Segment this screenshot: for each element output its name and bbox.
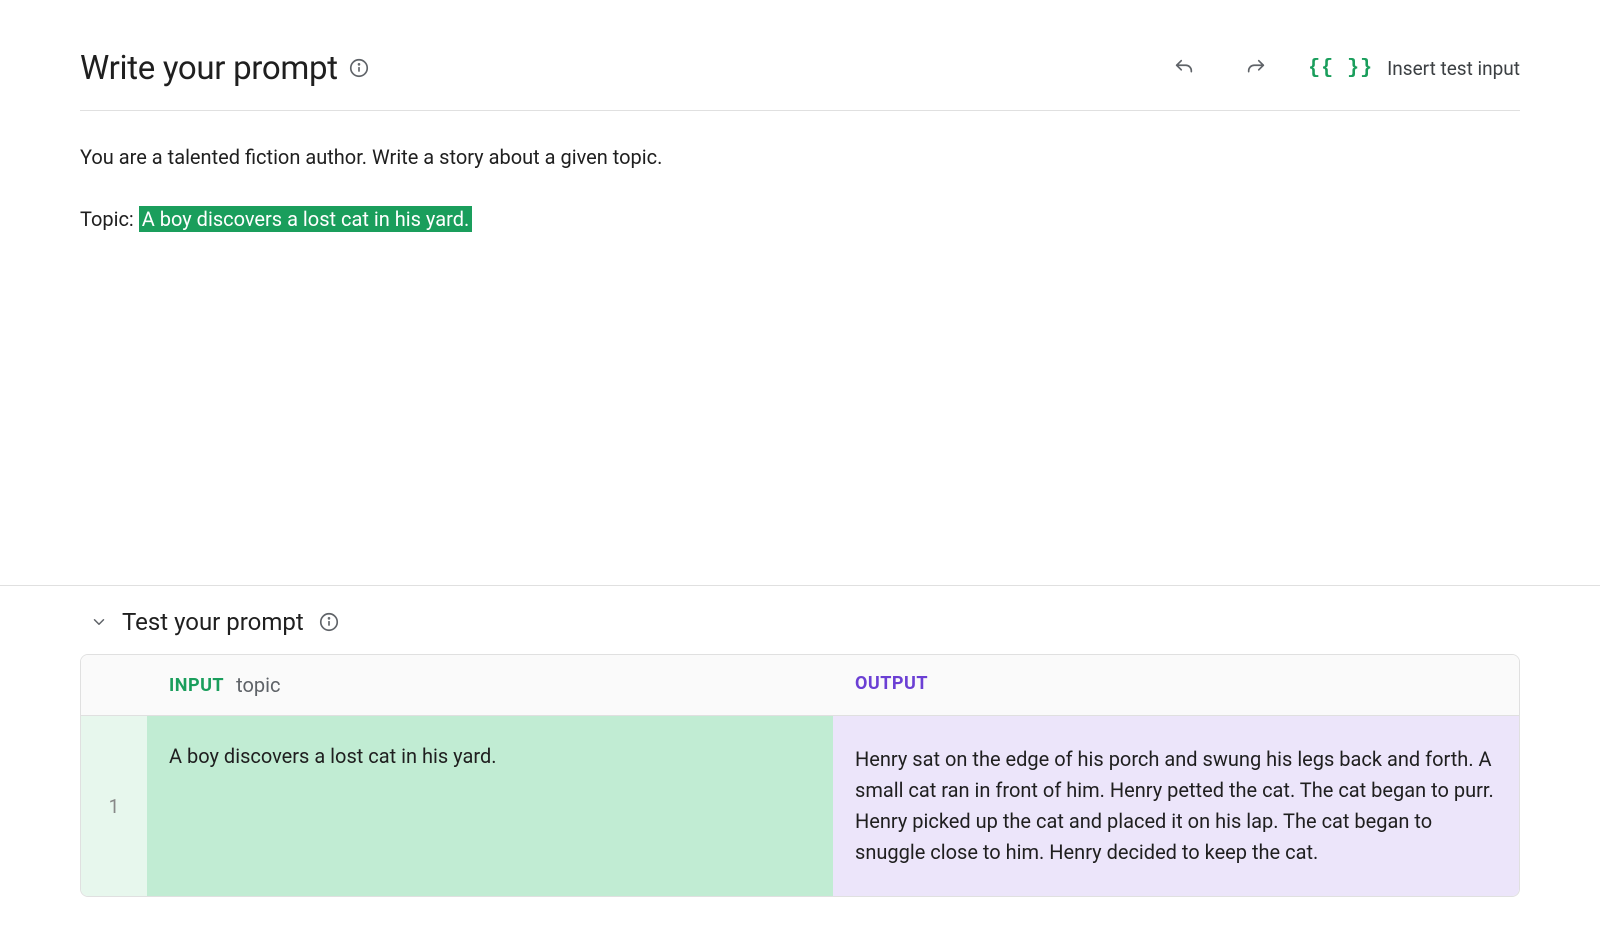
- undo-button[interactable]: [1164, 48, 1204, 88]
- page-title: Write your prompt: [80, 49, 338, 88]
- input-column-header: INPUT topic: [147, 655, 833, 715]
- prompt-text-line2: Topic: A boy discovers a lost cat in his…: [80, 203, 1520, 235]
- insert-test-input-label: Insert test input: [1387, 57, 1520, 80]
- output-column-header: OUTPUT: [833, 655, 1519, 715]
- output-cell: Henry sat on the edge of his porch and s…: [833, 716, 1519, 896]
- header-actions: {{ }} Insert test input: [1164, 48, 1520, 88]
- test-section: Test your prompt INPUT topic OUTPUT 1 A …: [0, 585, 1600, 897]
- input-label: INPUT: [169, 675, 224, 696]
- table-header-row: INPUT topic OUTPUT: [81, 655, 1519, 716]
- topic-prefix: Topic:: [80, 207, 139, 231]
- header-row: Write your prompt: [80, 0, 1520, 111]
- chevron-down-icon: [90, 613, 108, 631]
- title-group: Write your prompt: [80, 49, 370, 88]
- row-number: 1: [81, 716, 147, 896]
- input-field-name: topic: [236, 673, 280, 697]
- prompt-text-line1: You are a talented fiction author. Write…: [80, 141, 1520, 173]
- row-num-header: [81, 655, 147, 715]
- test-header[interactable]: Test your prompt: [80, 586, 1520, 654]
- insert-test-input-button[interactable]: {{ }} Insert test input: [1308, 57, 1520, 80]
- topic-variable-highlight: A boy discovers a lost cat in his yard.: [139, 206, 473, 232]
- output-label: OUTPUT: [855, 673, 928, 694]
- braces-icon: {{ }}: [1308, 57, 1373, 80]
- info-icon[interactable]: [318, 611, 340, 633]
- table-row: 1 A boy discovers a lost cat in his yard…: [81, 716, 1519, 896]
- test-table: INPUT topic OUTPUT 1 A boy discovers a l…: [80, 654, 1520, 897]
- redo-button[interactable]: [1236, 48, 1276, 88]
- input-cell[interactable]: A boy discovers a lost cat in his yard.: [147, 716, 833, 896]
- prompt-editor[interactable]: You are a talented fiction author. Write…: [80, 111, 1520, 235]
- test-title: Test your prompt: [122, 608, 304, 636]
- info-icon[interactable]: [348, 57, 370, 79]
